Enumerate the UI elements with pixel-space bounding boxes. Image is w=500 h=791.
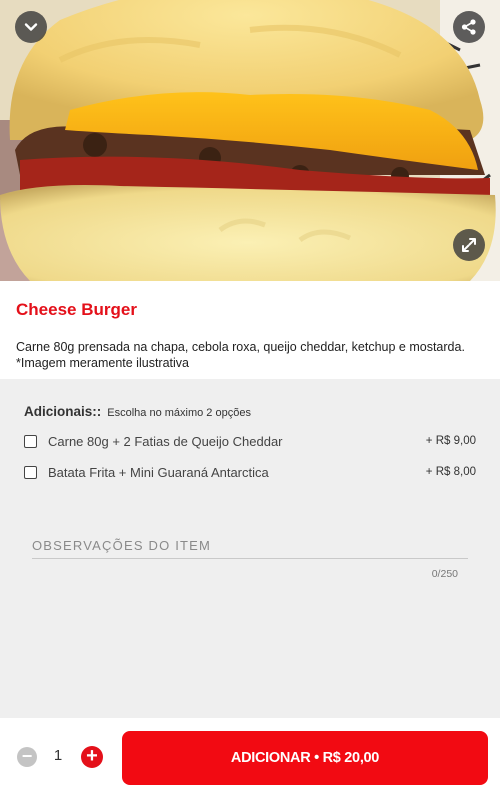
share-icon[interactable]	[453, 11, 485, 43]
options-section: Adicionais:: Escolha no máximo 2 opções …	[0, 379, 500, 718]
increase-quantity-button[interactable]: +	[81, 746, 103, 768]
addon-checkbox[interactable]	[24, 434, 37, 448]
add-to-cart-button[interactable]: ADICIONAR • R$ 20,00	[122, 731, 488, 785]
addon-label: Carne 80g + 2 Fatias de Queijo Cheddar	[48, 433, 283, 449]
plus-icon: +	[86, 745, 98, 767]
product-title: Cheese Burger	[16, 300, 137, 319]
description-text: Carne 80g prensada na chapa, cebola roxa…	[16, 340, 465, 354]
burger-photo	[0, 0, 500, 281]
addon-label: Batata Frita + Mini Guaraná Antarctica	[48, 464, 269, 480]
decrease-quantity-button[interactable]: −	[17, 747, 37, 767]
notes-input[interactable]	[32, 534, 468, 559]
product-description: Carne 80g prensada na chapa, cebola roxa…	[16, 339, 486, 371]
addon-price: + R$ 9,00	[425, 435, 476, 447]
addon-option[interactable]: Batata Frita + Mini Guaraná Antarctica +…	[24, 462, 476, 482]
addon-option[interactable]: Carne 80g + 2 Fatias de Queijo Cheddar +…	[24, 431, 476, 451]
expand-icon[interactable]	[453, 229, 485, 261]
chevron-down-icon[interactable]	[15, 11, 47, 43]
notes-char-counter: 0/250	[431, 568, 458, 580]
addon-checkbox[interactable]	[24, 465, 37, 479]
product-image[interactable]	[0, 0, 500, 281]
quantity-value: 1	[53, 747, 63, 764]
image-disclaimer: *Imagem meramente ilustrativa	[16, 356, 189, 370]
addons-title: Adicionais::	[24, 404, 102, 419]
bottom-bar: − 1 + ADICIONAR • R$ 20,00	[0, 718, 500, 791]
addons-hint: Escolha no máximo 2 opções	[107, 407, 251, 419]
addons-header: Adicionais:: Escolha no máximo 2 opções	[24, 404, 251, 419]
minus-icon: −	[21, 746, 33, 766]
addon-price: + R$ 8,00	[425, 466, 476, 478]
product-info: Cheese Burger Carne 80g prensada na chap…	[0, 281, 500, 379]
notes-field-wrapper	[32, 534, 468, 559]
